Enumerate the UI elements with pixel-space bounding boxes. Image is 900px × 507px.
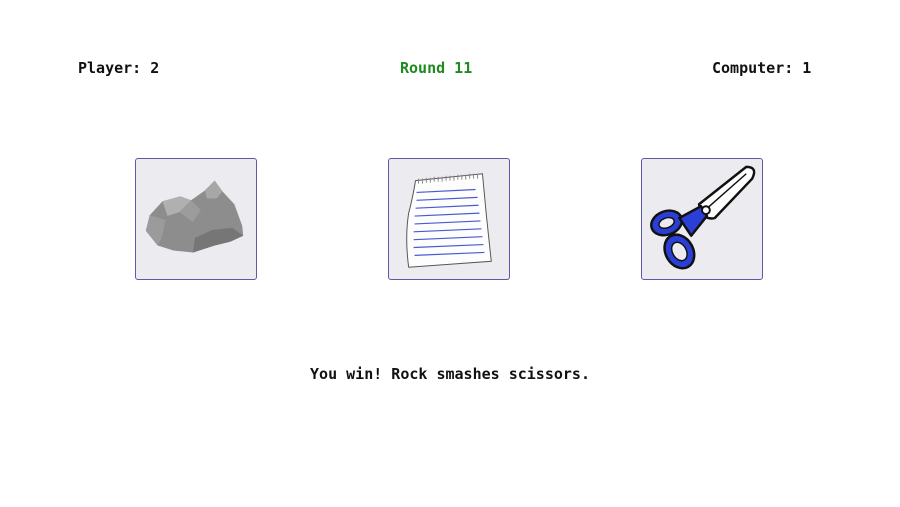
scissors-icon [650,165,756,270]
paper-button[interactable] [388,158,510,280]
rock-icon [145,180,244,253]
paper-icon [406,173,492,268]
player-score: Player: 2 [78,59,160,77]
round-label: Round 11 [400,59,473,77]
result-message: You win! Rock smashes scissors. [310,365,590,383]
computer-score: Computer: 1 [712,59,812,77]
rock-button[interactable] [135,158,257,280]
scissors-button[interactable] [641,158,763,280]
